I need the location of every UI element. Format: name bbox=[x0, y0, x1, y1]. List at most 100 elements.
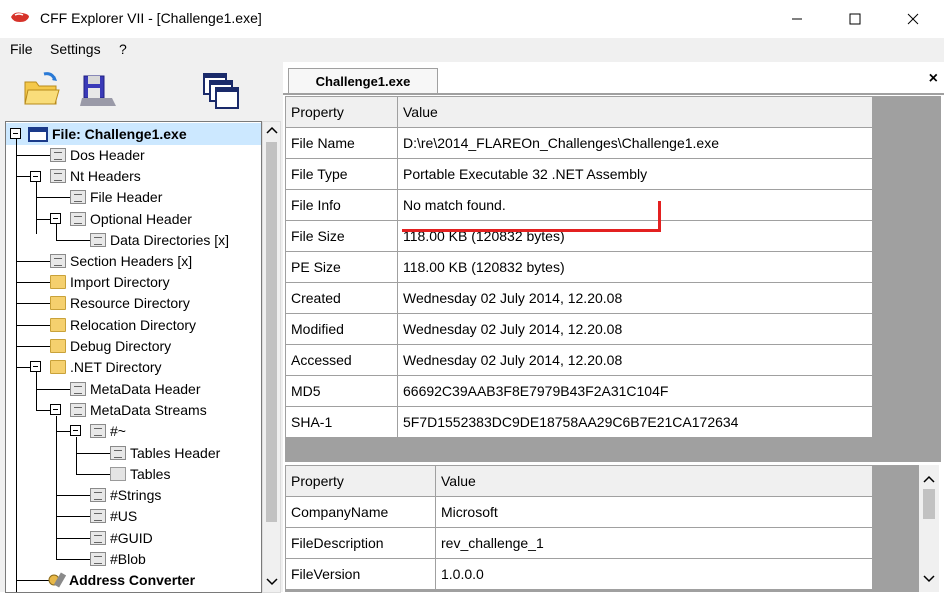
table-row[interactable]: File Size 118.00 KB (120832 bytes) bbox=[285, 220, 873, 252]
close-tab-icon[interactable]: × bbox=[929, 70, 938, 88]
tree-item-blob-stream[interactable]: #Blob bbox=[90, 549, 146, 569]
tree-collapse-toggle[interactable] bbox=[30, 171, 41, 182]
tree-item-tilde-stream[interactable]: #~ bbox=[90, 421, 126, 441]
property-cell[interactable]: PE Size bbox=[285, 251, 398, 283]
minimize-button[interactable] bbox=[774, 4, 820, 34]
column-header-property[interactable]: Property bbox=[285, 465, 436, 497]
maximize-button[interactable] bbox=[832, 4, 878, 34]
tab-challenge1[interactable]: Challenge1.exe bbox=[288, 68, 438, 94]
tree-item-debug-directory[interactable]: Debug Directory bbox=[50, 336, 171, 356]
scroll-up-icon[interactable] bbox=[266, 126, 278, 134]
tree-item-label: #~ bbox=[110, 423, 126, 439]
tree-item-import-directory[interactable]: Import Directory bbox=[50, 272, 170, 292]
table-row[interactable]: File Info No match found. bbox=[285, 189, 873, 221]
property-cell[interactable]: File Info bbox=[285, 189, 398, 221]
property-cell[interactable]: MD5 bbox=[285, 375, 398, 407]
tree-collapse-toggle[interactable] bbox=[50, 213, 61, 224]
tree-item-net-directory[interactable]: .NET Directory bbox=[50, 357, 162, 377]
value-cell[interactable]: Wednesday 02 July 2014, 12.20.08 bbox=[397, 282, 873, 314]
tree-item-label: #Strings bbox=[110, 487, 162, 503]
tree-collapse-toggle[interactable] bbox=[30, 361, 41, 372]
table-row[interactable]: File Name D:\re\2014_FLAREOn_Challenges\C… bbox=[285, 127, 873, 159]
property-cell[interactable]: File Name bbox=[285, 127, 398, 159]
menu-settings[interactable]: Settings bbox=[50, 41, 101, 57]
property-cell[interactable]: File Size bbox=[285, 220, 398, 252]
tree-item-metadata-streams[interactable]: MetaData Streams bbox=[70, 400, 207, 420]
open-file-icon[interactable] bbox=[22, 70, 60, 108]
table-row[interactable]: File Type Portable Executable 32 .NET Ass… bbox=[285, 158, 873, 190]
column-header-value[interactable]: Value bbox=[397, 96, 873, 128]
tree-item-label: Nt Headers bbox=[70, 168, 141, 184]
table-row[interactable]: Accessed Wednesday 02 July 2014, 12.20.08 bbox=[285, 344, 873, 376]
main-pane: Challenge1.exe × Property Value File Nam… bbox=[283, 62, 944, 592]
tree-line bbox=[56, 516, 92, 517]
tree-item-relocation-directory[interactable]: Relocation Directory bbox=[50, 315, 196, 335]
property-cell[interactable]: File Type bbox=[285, 158, 398, 190]
tree-item-file-header[interactable]: File Header bbox=[70, 187, 162, 207]
tree-collapse-toggle[interactable] bbox=[50, 404, 61, 415]
table-row[interactable]: Created Wednesday 02 July 2014, 12.20.08 bbox=[285, 282, 873, 314]
column-header-property[interactable]: Property bbox=[285, 96, 398, 128]
close-window-button[interactable] bbox=[890, 4, 936, 34]
table-row[interactable]: PE Size 118.00 KB (120832 bytes) bbox=[285, 251, 873, 283]
tree-item-tables-header[interactable]: Tables Header bbox=[110, 443, 220, 463]
save-icon[interactable] bbox=[78, 72, 118, 108]
tree-item-strings-stream[interactable]: #Strings bbox=[90, 485, 161, 505]
version-grid-scrollbar[interactable] bbox=[919, 465, 939, 592]
value-cell[interactable]: No match found. bbox=[397, 189, 873, 221]
menu-file[interactable]: File bbox=[10, 41, 33, 57]
scroll-down-icon[interactable] bbox=[923, 575, 935, 583]
value-cell[interactable]: Microsoft bbox=[435, 496, 873, 528]
scroll-down-icon[interactable] bbox=[266, 578, 278, 586]
tree-item-resource-directory[interactable]: Resource Directory bbox=[50, 293, 190, 313]
property-cell[interactable]: Modified bbox=[285, 313, 398, 345]
tree-item-dos-header[interactable]: Dos Header bbox=[50, 145, 145, 165]
tree-collapse-toggle[interactable] bbox=[70, 425, 81, 436]
open-folder-icon bbox=[110, 467, 126, 481]
tree-item-address-converter[interactable]: Address Converter bbox=[46, 570, 195, 590]
windows-icon[interactable] bbox=[200, 72, 240, 110]
value-cell[interactable]: 5F7D1552383DC9DE18758AA29C6B7E21CA172634 bbox=[397, 406, 873, 438]
tree-item-section-headers[interactable]: Section Headers [x] bbox=[50, 251, 192, 271]
property-cell[interactable]: CompanyName bbox=[285, 496, 436, 528]
tree-item-tables[interactable]: Tables bbox=[110, 464, 170, 484]
property-cell[interactable]: SHA-1 bbox=[285, 406, 398, 438]
tree-item-metadata-header[interactable]: MetaData Header bbox=[70, 379, 201, 399]
property-cell[interactable]: Created bbox=[285, 282, 398, 314]
value-cell[interactable]: 118.00 KB (120832 bytes) bbox=[397, 251, 873, 283]
tree-item-data-directories[interactable]: Data Directories [x] bbox=[90, 230, 229, 250]
table-row[interactable]: SHA-1 5F7D1552383DC9DE18758AA29C6B7E21CA1… bbox=[285, 406, 873, 438]
table-row[interactable]: FileDescription rev_challenge_1 bbox=[285, 527, 873, 559]
tree-item-optional-header[interactable]: Optional Header bbox=[70, 209, 192, 229]
value-cell[interactable]: Portable Executable 32 .NET Assembly bbox=[397, 158, 873, 190]
file-tree[interactable]: File: Challenge1.exe Dos Header Nt Heade… bbox=[5, 121, 262, 593]
value-cell[interactable]: Wednesday 02 July 2014, 12.20.08 bbox=[397, 313, 873, 345]
tree-scroll-thumb[interactable] bbox=[266, 142, 277, 522]
table-row[interactable]: MD5 66692C39AAB3F8E7979B43F2A31C104F bbox=[285, 375, 873, 407]
table-row[interactable]: CompanyName Microsoft bbox=[285, 496, 873, 528]
table-row[interactable]: FileVersion 1.0.0.0 bbox=[285, 558, 873, 590]
scroll-thumb[interactable] bbox=[923, 489, 935, 519]
document-icon bbox=[70, 190, 86, 204]
table-row[interactable]: Modified Wednesday 02 July 2014, 12.20.08 bbox=[285, 313, 873, 345]
tree-scrollbar[interactable] bbox=[262, 121, 281, 593]
value-cell[interactable]: 66692C39AAB3F8E7979B43F2A31C104F bbox=[397, 375, 873, 407]
tree-collapse-toggle[interactable] bbox=[10, 128, 21, 139]
property-cell[interactable]: FileVersion bbox=[285, 558, 436, 590]
property-cell[interactable]: Accessed bbox=[285, 344, 398, 376]
value-cell[interactable]: Wednesday 02 July 2014, 12.20.08 bbox=[397, 344, 873, 376]
menu-help[interactable]: ? bbox=[119, 41, 127, 57]
tree-item-label: Debug Directory bbox=[70, 338, 172, 354]
column-header-value[interactable]: Value bbox=[435, 465, 873, 497]
value-cell[interactable]: D:\re\2014_FLAREOn_Challenges\Challenge1… bbox=[397, 127, 873, 159]
tree-line bbox=[56, 240, 92, 241]
tree-item-us-stream[interactable]: #US bbox=[90, 506, 137, 526]
value-cell[interactable]: 118.00 KB (120832 bytes) bbox=[397, 220, 873, 252]
value-cell[interactable]: 1.0.0.0 bbox=[435, 558, 873, 590]
tree-root[interactable]: File: Challenge1.exe bbox=[28, 124, 187, 144]
scroll-up-icon[interactable] bbox=[923, 475, 935, 483]
value-cell[interactable]: rev_challenge_1 bbox=[435, 527, 873, 559]
tree-item-nt-headers[interactable]: Nt Headers bbox=[50, 166, 141, 186]
property-cell[interactable]: FileDescription bbox=[285, 527, 436, 559]
tree-item-guid-stream[interactable]: #GUID bbox=[90, 528, 153, 548]
